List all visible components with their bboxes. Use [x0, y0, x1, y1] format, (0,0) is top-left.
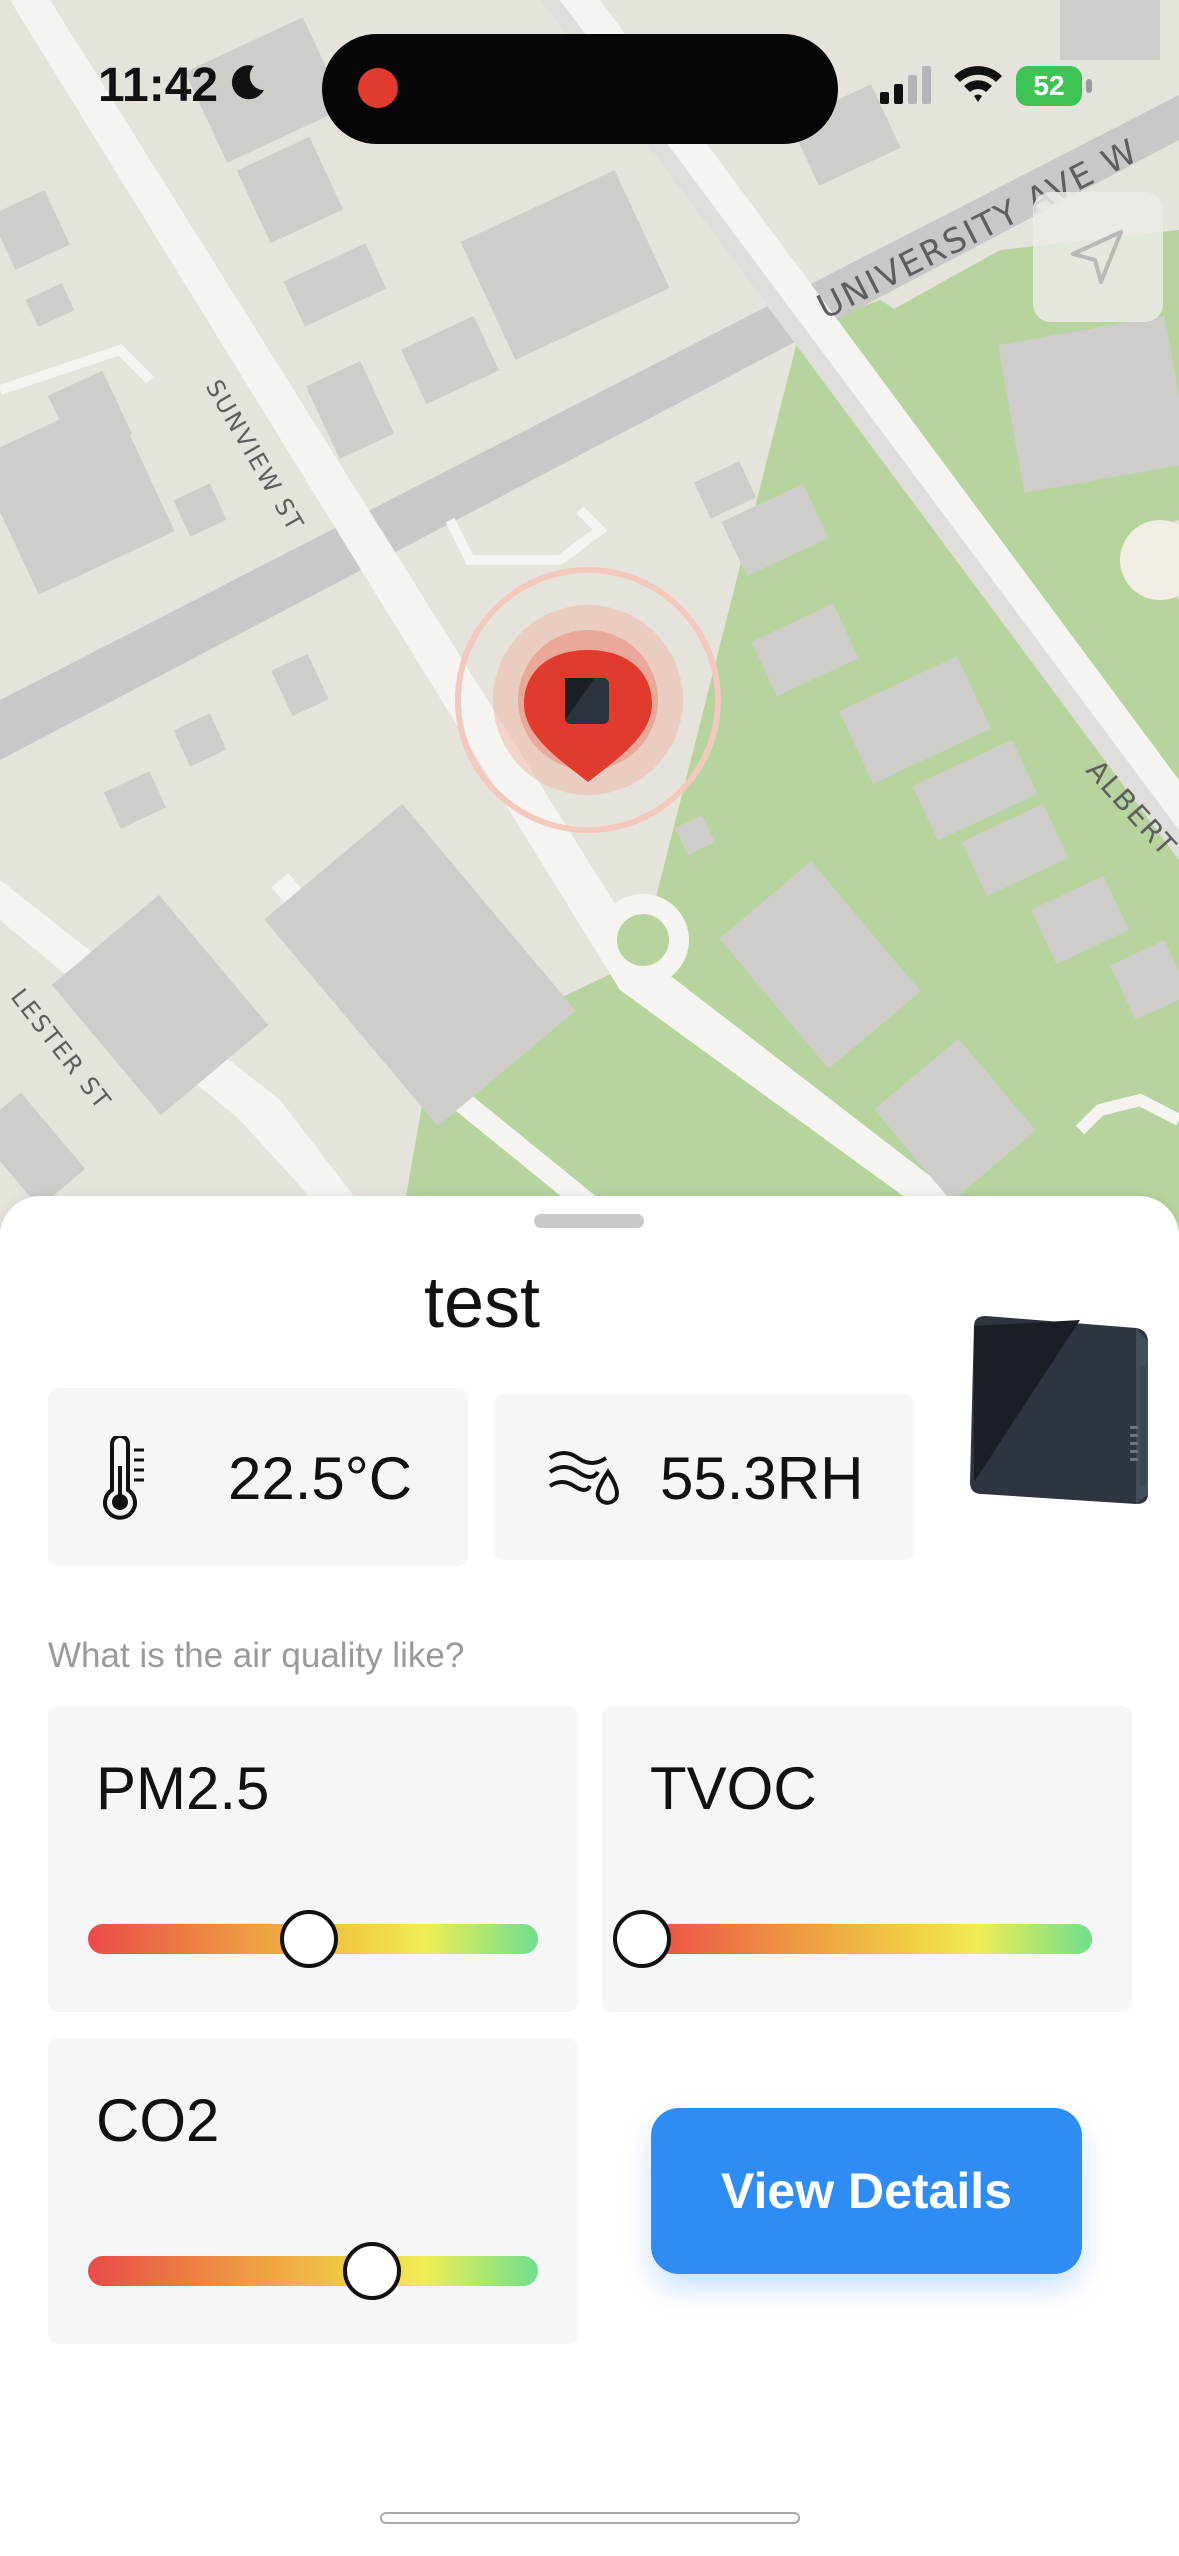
humidity-card: 55.3RH: [494, 1394, 914, 1560]
locate-me-button[interactable]: [1033, 192, 1163, 322]
pm25-card: PM2.5: [48, 1706, 578, 2012]
co2-slider[interactable]: [88, 2242, 538, 2300]
co2-card: CO2: [48, 2038, 578, 2344]
temperature-value: 22.5°C: [228, 1445, 413, 1512]
temperature-card: 22.5°C: [48, 1388, 468, 1566]
moon-icon: [231, 65, 264, 100]
map-pin-icon: [524, 650, 652, 782]
device-bottom-sheet[interactable]: test 22.5°C 55.3RH What is the air quali…: [0, 1196, 1179, 2556]
pm25-label: PM2.5: [96, 1755, 270, 1822]
battery-level: 52: [1016, 66, 1082, 106]
tvoc-label: TVOC: [650, 1755, 817, 1822]
cellular-signal-icon: [880, 66, 931, 104]
tvoc-slider-thumb[interactable]: [613, 1910, 671, 1968]
thermometer-icon: [103, 1436, 144, 1520]
pm25-slider-thumb[interactable]: [279, 1910, 338, 1968]
home-indicator[interactable]: [380, 2512, 800, 2524]
device-name: test: [423, 1263, 541, 1343]
co2-label: CO2: [96, 2087, 220, 2154]
status-time: 11:42: [98, 59, 219, 112]
tvoc-slider[interactable]: [613, 1910, 1092, 1968]
battery-indicator: 52: [1016, 66, 1096, 106]
pm25-slider[interactable]: [88, 1910, 538, 1968]
map-view[interactable]: UNIVERSITY AVE W SUNVIEW ST LESTER ST AL…: [0, 0, 1179, 1230]
recording-indicator-icon: [358, 68, 398, 108]
sheet-grabber[interactable]: [534, 1214, 644, 1228]
view-details-button[interactable]: View Details: [651, 2108, 1082, 2274]
humidity-value: 55.3RH: [660, 1445, 864, 1512]
co2-slider-thumb[interactable]: [342, 2242, 401, 2300]
device-image: [970, 1316, 1148, 1504]
device-location-pin[interactable]: [420, 550, 760, 890]
battery-cap: [1086, 79, 1092, 93]
wifi-icon: [954, 66, 1002, 102]
dynamic-island: [322, 34, 838, 144]
tvoc-card: TVOC: [602, 1706, 1132, 2012]
air-quality-prompt: What is the air quality like?: [48, 1636, 465, 1675]
location-arrow-icon: [1071, 230, 1123, 284]
humidity-icon: [548, 1451, 619, 1505]
